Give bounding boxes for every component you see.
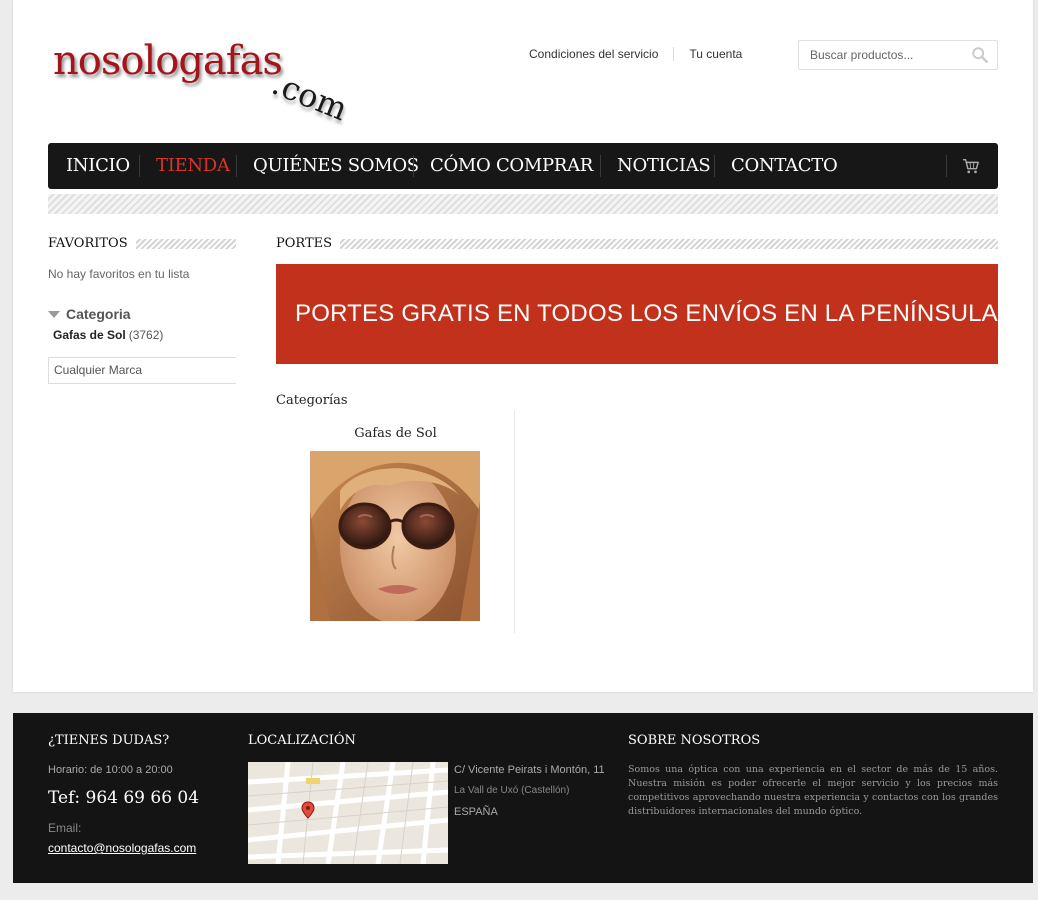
site-footer: ¿TIENES DUDAS? Horario: de 10:00 a 20:00… [13, 713, 1033, 883]
address-city: La Vall de Uxó (Castellón) [454, 785, 570, 796]
search-box [798, 40, 998, 70]
nav-divider [600, 155, 601, 177]
heading-hatch [340, 238, 998, 249]
street-map-image [248, 762, 448, 864]
about-text: Somos una óptica con una experiencia en … [628, 764, 998, 817]
category-card-gafas-de-sol[interactable]: Gafas de Sol [276, 411, 515, 633]
nav-item-quienes-somos[interactable]: QUIÉNES SOMOS [253, 143, 419, 189]
account-link[interactable]: Tu cuenta [689, 47, 742, 61]
email-label: Email: [48, 821, 82, 835]
brand-filter-select[interactable]: Cualquier Marca [48, 357, 236, 384]
category-card-image[interactable] [310, 451, 480, 621]
section-title: PORTES [276, 236, 333, 251]
logo-suffix: .com [266, 64, 354, 129]
about-title: SOBRE NOSOTROS [628, 733, 761, 748]
favorites-heading: FAVORITOS [48, 236, 236, 251]
category-title: Categoria [66, 306, 131, 322]
categories-label: Categorías [276, 393, 348, 408]
site-logo[interactable]: nosologafas .com [53, 30, 373, 128]
address-street: C/ Vicente Peirats i Montón, 11 [454, 764, 605, 776]
category-filter-toggle[interactable]: Categoria [48, 306, 131, 322]
doubts-title: ¿TIENES DUDAS? [48, 733, 170, 748]
category-filter-label: Gafas de Sol [53, 328, 126, 342]
nav-item-noticias[interactable]: NOTICIAS [617, 143, 711, 189]
address-country: ESPAÑA [454, 806, 498, 818]
nav-item-como-comprar[interactable]: CÓMO COMPRAR [430, 143, 593, 189]
nav-divider [714, 155, 715, 177]
triangle-down-icon [48, 310, 60, 318]
top-link-divider [673, 47, 675, 61]
search-icon[interactable] [971, 46, 989, 64]
nav-item-inicio[interactable]: INICIO [66, 143, 130, 189]
opening-hours: Horario: de 10:00 a 20:00 [48, 764, 173, 776]
nav-item-contacto[interactable]: CONTACTO [731, 143, 838, 189]
portes-heading: PORTES [276, 236, 998, 251]
phone-number[interactable]: Tef: 964 69 66 04 [48, 788, 199, 808]
category-filter-count: (3762) [128, 328, 164, 342]
logo-text: nosologafas [53, 38, 283, 84]
free-shipping-banner: PORTES GRATIS EN TODOS LOS ENVÍOS EN LA … [276, 264, 998, 364]
location-map[interactable] [248, 762, 448, 864]
nav-divider [946, 155, 947, 177]
sunglasses-model-photo [310, 451, 480, 621]
heading-hatch [135, 238, 236, 249]
email-link[interactable]: contacto@nosologafas.com [48, 841, 196, 855]
category-filter-item[interactable]: Gafas de Sol (3762) [53, 328, 163, 342]
nav-item-tienda[interactable]: TIENDA [156, 143, 230, 189]
nav-divider [236, 155, 237, 177]
terms-link[interactable]: Condiciones del servicio [529, 47, 658, 61]
nav-divider [139, 155, 140, 177]
cart-icon[interactable] [962, 157, 980, 175]
category-card-name: Gafas de Sol [354, 426, 437, 441]
favorites-title: FAVORITOS [48, 236, 128, 251]
favorites-empty-text: No hay favoritos en tu lista [48, 267, 190, 281]
location-title: LOCALIZACIÓN [248, 733, 356, 748]
main-nav: INICIO TIENDA QUIÉNES SOMOS CÓMO COMPRAR… [48, 143, 998, 189]
decorative-stripe [48, 194, 998, 214]
top-links: Condiciones del servicio Tu cuenta [529, 47, 742, 61]
nav-divider [413, 155, 414, 177]
page-container: nosologafas .com Condiciones del servici… [13, 0, 1033, 692]
search-input[interactable] [799, 41, 964, 69]
